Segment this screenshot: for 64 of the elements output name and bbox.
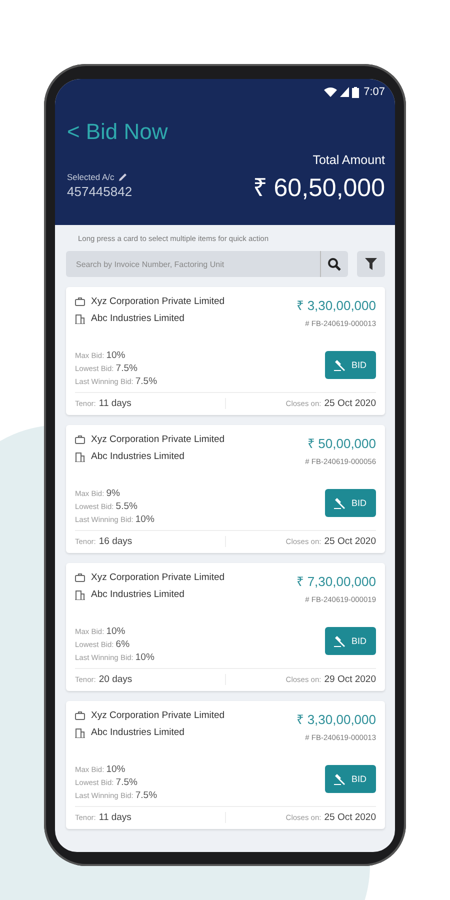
closing-date: 25 Oct 2020: [324, 398, 376, 409]
account-number: 457445842: [67, 184, 132, 199]
filter-button[interactable]: [357, 251, 385, 277]
seller-name: Abc Industries Limited: [91, 451, 184, 462]
building-icon: [75, 590, 85, 600]
building-icon: [75, 452, 85, 462]
metric-value: 7.5%: [135, 790, 158, 801]
wifi-icon: [324, 87, 337, 97]
gavel-icon: [334, 359, 348, 371]
invoice-amount: ₹ 50,00,000: [308, 435, 376, 452]
building-icon: [75, 314, 85, 324]
buyer-name: Xyz Corporation Private Limited: [91, 296, 225, 307]
invoice-amount: ₹ 3,30,00,000: [296, 297, 376, 314]
briefcase-icon: [75, 297, 85, 306]
signal-icon: [340, 87, 349, 97]
metric-value: 7.5%: [135, 376, 158, 387]
battery-icon: [352, 86, 359, 98]
metric-value: 10%: [135, 514, 154, 525]
metric-value: 7.5%: [116, 363, 138, 374]
gavel-icon: [334, 497, 348, 509]
briefcase-icon: [75, 711, 85, 720]
status-time: 7:07: [364, 86, 385, 98]
building-icon: [75, 728, 85, 738]
buyer-name: Xyz Corporation Private Limited: [91, 434, 225, 445]
search-icon: [328, 258, 341, 270]
invoice-amount: ₹ 7,30,00,000: [296, 573, 376, 590]
metric-value: 10%: [106, 626, 126, 637]
seller-name: Abc Industries Limited: [91, 727, 184, 738]
closing-date: 25 Oct 2020: [324, 812, 376, 823]
filter-icon: [365, 258, 377, 270]
seller-name: Abc Industries Limited: [91, 313, 184, 324]
metric-value: 10%: [106, 764, 126, 775]
back-button[interactable]: <: [67, 119, 80, 145]
bid-button[interactable]: BID: [325, 627, 376, 655]
briefcase-icon: [75, 435, 85, 444]
tenor-value: 11 days: [98, 398, 132, 409]
buyer-name: Xyz Corporation Private Limited: [91, 710, 225, 721]
buyer-name: Xyz Corporation Private Limited: [91, 572, 225, 583]
briefcase-icon: [75, 573, 85, 582]
bid-button[interactable]: BID: [325, 351, 376, 379]
tenor-value: 16 days: [98, 536, 132, 547]
bid-button[interactable]: BID: [325, 489, 376, 517]
bid-button[interactable]: BID: [325, 765, 376, 793]
search-field[interactable]: Search by Invoice Number, Factoring Unit: [66, 251, 320, 277]
tenor-value: 20 days: [98, 674, 132, 685]
tenor-value: 11 days: [98, 812, 132, 823]
gavel-icon: [334, 773, 348, 785]
metric-value: 10%: [106, 350, 126, 361]
total-amount: ₹ 60,50,000: [252, 173, 385, 203]
seller-name: Abc Industries Limited: [91, 589, 184, 600]
account-label: Selected A/c: [67, 172, 114, 182]
metric-value: 10%: [135, 652, 154, 663]
metric-value: 7.5%: [116, 777, 138, 788]
edit-icon[interactable]: [118, 172, 128, 182]
total-label: Total Amount: [312, 153, 385, 167]
metric-value: 5.5%: [116, 501, 138, 512]
closing-date: 29 Oct 2020: [324, 674, 376, 685]
metric-value: 9%: [106, 488, 120, 499]
invoice-amount: ₹ 3,30,00,000: [296, 711, 376, 728]
closing-date: 25 Oct 2020: [324, 536, 376, 547]
metric-value: 6%: [116, 639, 130, 650]
search-button[interactable]: [320, 251, 348, 277]
page-title: Bid Now: [86, 119, 168, 145]
gavel-icon: [334, 635, 348, 647]
